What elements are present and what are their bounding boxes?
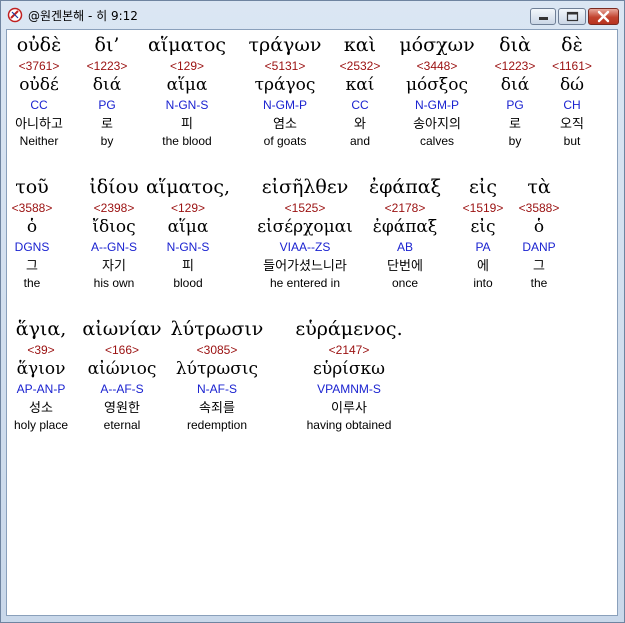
word-lemma: λύτρωσις xyxy=(175,359,259,379)
maximize-icon xyxy=(566,11,579,22)
word-english: blood xyxy=(173,276,203,290)
word-english: redemption xyxy=(186,418,248,432)
close-button[interactable] xyxy=(588,8,619,25)
close-icon xyxy=(597,10,610,23)
word-english: the xyxy=(530,276,548,290)
minimize-button[interactable] xyxy=(530,8,556,25)
word-lemma: αἵμα xyxy=(167,217,209,237)
word-strong[interactable]: <129> xyxy=(128,200,248,217)
word-parse: N-GN-S xyxy=(166,240,210,254)
word-column[interactable]: εὑράμενος. <2147> εὑρίσκω VPAMNM-S 이루사 having… xyxy=(289,318,409,434)
word-column[interactable]: λύτρωσιν <3085> λύτρωσις N-AF-S 속죄를 redemptio… xyxy=(157,318,277,434)
app-logo-icon[interactable] xyxy=(7,7,23,23)
word-greek: λύτρωσιν xyxy=(170,318,264,340)
word-lemma: εὑρίσκω xyxy=(313,359,385,379)
interlinear-view[interactable]: οὐδὲ <3761> οὐδέ CC 아니하고 Neither δι’ <1223> διά P… xyxy=(6,29,618,616)
word-lemma: δώ xyxy=(559,75,585,95)
maximize-button[interactable] xyxy=(558,8,586,25)
word-parse: CH xyxy=(563,98,581,112)
word-greek: δὲ xyxy=(561,34,583,56)
word-column[interactable]: αἵματος, <129> αἵμα N-GN-S 피 blood xyxy=(128,176,248,292)
word-parse: VPAMNM-S xyxy=(317,382,381,396)
word-parse: DANP xyxy=(522,240,556,254)
word-strong[interactable]: <2147> xyxy=(289,342,409,359)
word-strong[interactable]: <3085> xyxy=(157,342,277,359)
word-parse: N-AF-S xyxy=(197,382,237,396)
window-title: @원겐본해 - 히 9:12 xyxy=(28,9,138,23)
minimize-icon xyxy=(539,17,548,20)
word-column[interactable]: δὲ <1161> δώ CH 오직 but xyxy=(512,34,617,150)
app-window: @원겐본해 - 히 9:12 οὐδὲ <3761> οὐδέ CC 아니하고 Neith… xyxy=(0,0,625,623)
word-strong[interactable]: <3588> xyxy=(479,200,599,217)
word-lemma: ὁ xyxy=(533,217,545,237)
word-english: having obtained xyxy=(306,418,392,432)
word-korean: 오직 xyxy=(560,117,584,132)
word-korean: 속죄를 xyxy=(199,401,235,416)
word-english: but xyxy=(563,134,581,148)
word-greek: τὰ xyxy=(527,176,551,198)
word-strong[interactable]: <1161> xyxy=(512,58,617,75)
word-greek: εὑράμενος. xyxy=(295,318,403,340)
word-column[interactable]: τὰ <3588> ὁ DANP 그 the xyxy=(479,176,599,292)
word-korean: 그 xyxy=(533,259,545,274)
word-korean: 피 xyxy=(182,259,194,274)
word-korean: 이루사 xyxy=(331,401,367,416)
title-bar[interactable]: @원겐본해 - 히 9:12 xyxy=(1,1,624,29)
word-greek: αἵματος, xyxy=(145,176,231,198)
